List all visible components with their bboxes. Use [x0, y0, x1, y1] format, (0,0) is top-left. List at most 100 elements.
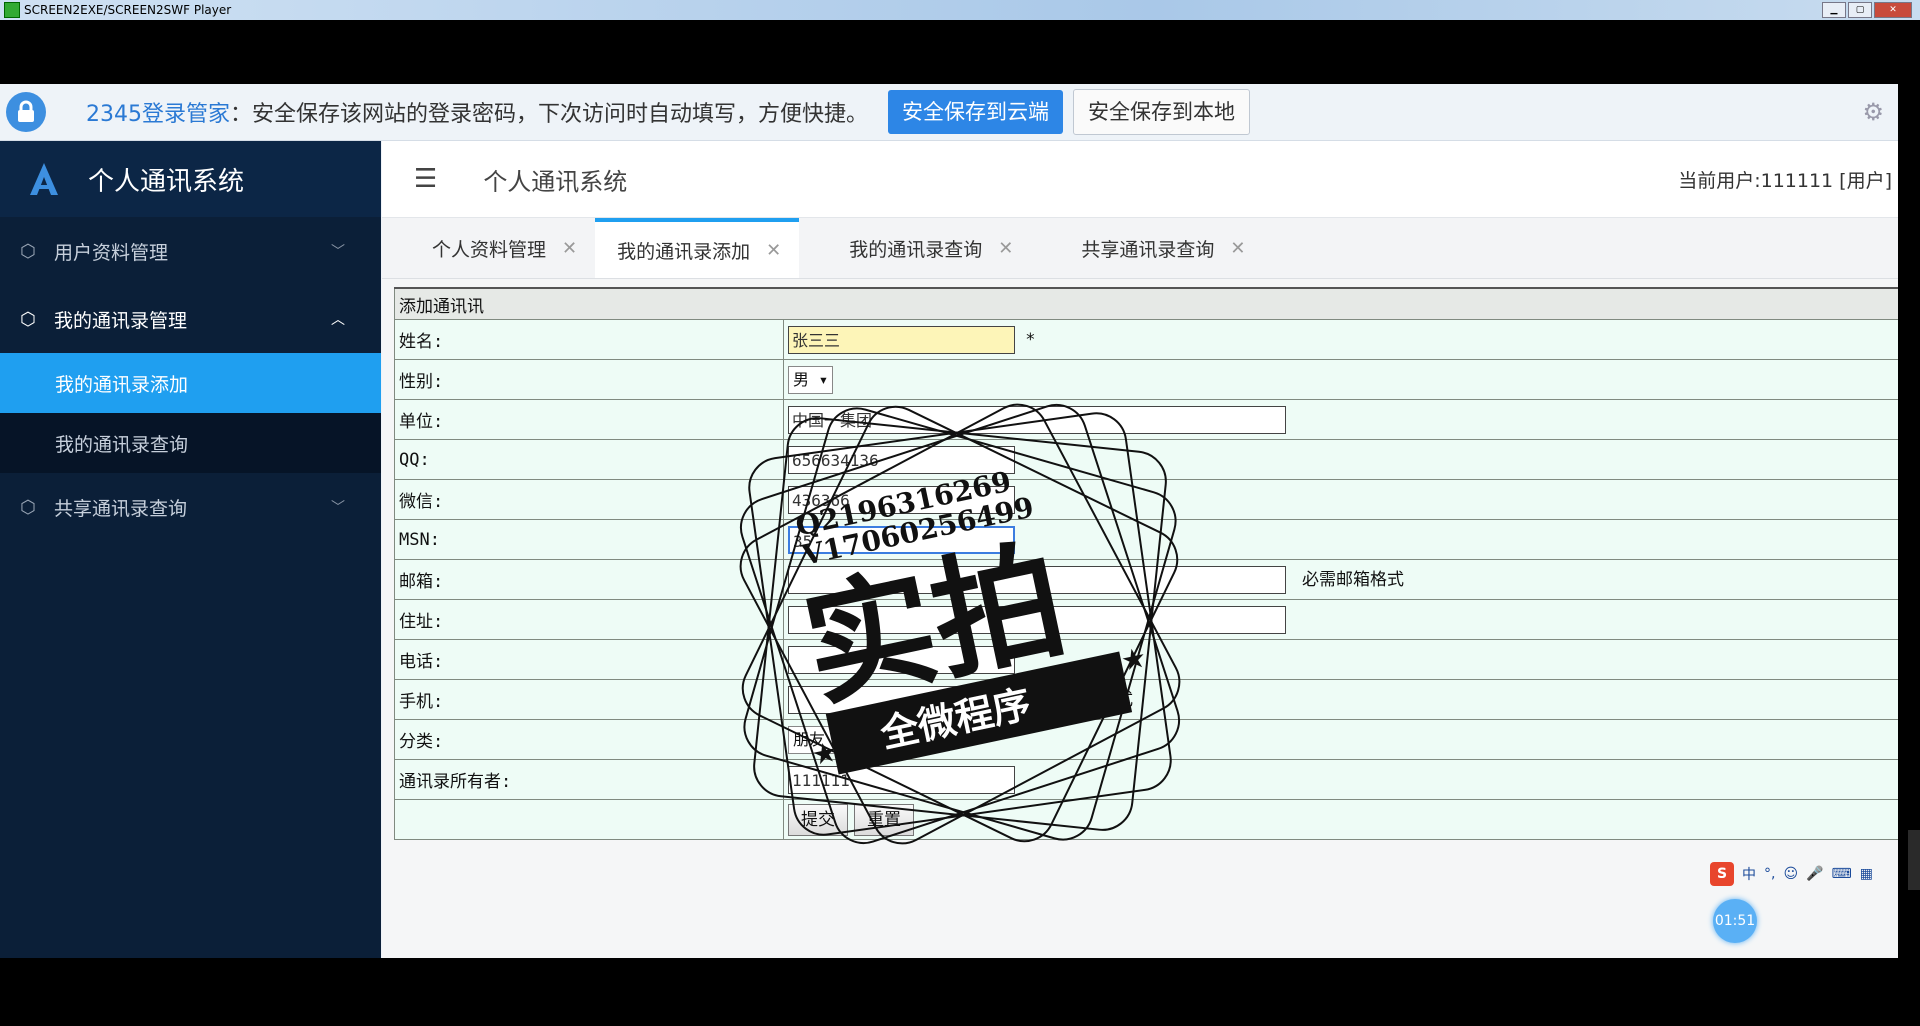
- address-field[interactable]: [788, 605, 1286, 634]
- sidebar-subitem-query-contacts[interactable]: 我的通讯录查询: [0, 413, 381, 473]
- close-icon[interactable]: ✕: [1230, 238, 1245, 259]
- tab-label: 共享通讯录查询: [1081, 238, 1215, 261]
- gender-value: 男: [793, 369, 810, 389]
- form-row-name: 姓名: 张三三 *: [394, 319, 1898, 360]
- email-hint: 必需邮箱格式: [1302, 570, 1404, 590]
- sidebar-subitem-add-contact[interactable]: 我的通讯录添加: [0, 353, 381, 413]
- window-title: SCREEN2EXE/SCREEN2SWF Player: [24, 3, 232, 17]
- chevron-down-icon: ﹀: [331, 500, 345, 516]
- tab-label: 个人资料管理: [432, 238, 547, 261]
- form-row-email: 邮箱: 必需邮箱格式: [394, 559, 1898, 600]
- wechat-field[interactable]: 436366: [788, 485, 1015, 514]
- sogou-ime-icon[interactable]: S: [1710, 862, 1734, 886]
- cube-icon: ⬡: [20, 240, 36, 262]
- tab-profile[interactable]: 个人资料管理 ✕: [382, 218, 595, 278]
- form-heading: 添加通讯讯: [394, 287, 1898, 320]
- browser-frame: 2345登录管家：安全保存该网站的登录密码，下次访问时自动填写，方便快捷。 安全…: [0, 84, 1898, 958]
- form-row-msn: MSN: 35: [394, 519, 1898, 560]
- chevron-up-icon: ︿: [331, 312, 345, 328]
- sidebar-header: 个人通讯系统: [0, 141, 381, 217]
- sidebar-app-title: 个人通讯系统: [88, 166, 245, 197]
- close-icon[interactable]: ✕: [998, 238, 1013, 259]
- toolbox-icon[interactable]: ▦: [1860, 866, 1873, 882]
- form-row-actions: 提交 重置: [394, 799, 1898, 840]
- tab-shared-contacts[interactable]: 共享通讯录查询 ✕: [1031, 218, 1263, 278]
- tab-bar: 个人资料管理 ✕ 我的通讯录添加 ✕ 我的通讯录查询 ✕ 共享通讯录查询 ✕: [382, 218, 1898, 279]
- menu-toggle-icon[interactable]: ☰: [414, 164, 437, 194]
- dropdown-arrow-icon: ▾: [834, 729, 845, 749]
- sidebar-item-user-profile[interactable]: ⬡ 用户资料管理 ﹀: [0, 217, 381, 285]
- sidebar-item-label: 共享通讯录查询: [54, 497, 188, 520]
- gender-select[interactable]: 男 ▾: [788, 365, 834, 394]
- main-content: 添加通讯讯 姓名: 张三三 * 性别: 男 ▾ 单位: 中国一集团 QQ: 65…: [382, 279, 1898, 958]
- form-row-category: 分类: 朋友 ▾: [394, 719, 1898, 760]
- mobile-hint: 必需手机格式: [1031, 690, 1133, 710]
- form-row-qq: QQ: 656634136: [394, 439, 1898, 480]
- company-label: 单位:: [394, 399, 784, 440]
- sidebar-item-label: 我的通讯录管理: [54, 309, 188, 332]
- form-row-address: 住址:: [394, 599, 1898, 640]
- close-button[interactable]: ✕: [1874, 2, 1912, 18]
- qq-field[interactable]: 656634136: [788, 445, 1015, 474]
- password-manager-message: 2345登录管家：安全保存该网站的登录密码，下次访问时自动填写，方便快捷。: [86, 96, 868, 128]
- phone-field[interactable]: [788, 645, 1015, 674]
- email-label: 邮箱:: [394, 559, 784, 600]
- owner-label: 通讯录所有者:: [394, 759, 784, 800]
- password-manager-brand: 2345登录管家: [86, 102, 230, 127]
- gender-label: 性别:: [394, 359, 784, 400]
- chevron-down-icon: ﹀: [331, 244, 345, 260]
- category-value: 朋友: [793, 729, 826, 749]
- save-to-local-button[interactable]: 安全保存到本地: [1073, 89, 1251, 135]
- form-row-mobile: 手机: 必需手机格式: [394, 679, 1898, 720]
- tab-label: 我的通讯录查询: [849, 238, 983, 261]
- current-user[interactable]: 当前用户:111111 [用户]: [1678, 166, 1892, 193]
- form-row-phone: 电话:: [394, 639, 1898, 680]
- form-row-gender: 性别: 男 ▾: [394, 359, 1898, 400]
- msn-label: MSN:: [394, 519, 784, 560]
- owner-field[interactable]: 111111: [788, 765, 1015, 794]
- close-icon[interactable]: ✕: [562, 238, 577, 259]
- ime-toolbar[interactable]: S 中 °, ☺ 🎤 ⌨ ▦: [1710, 862, 1873, 886]
- scroll-handle: [1908, 830, 1920, 890]
- form-row-wechat: 微信: 436366: [394, 479, 1898, 520]
- save-to-cloud-button[interactable]: 安全保存到云端: [888, 90, 1064, 134]
- mobile-field[interactable]: [788, 686, 1015, 714]
- lock-icon: [6, 92, 46, 132]
- tab-query-contacts[interactable]: 我的通讯录查询 ✕: [799, 218, 1031, 278]
- app-logo-icon: [24, 159, 64, 199]
- add-contact-form: 添加通讯讯 姓名: 张三三 * 性别: 男 ▾ 单位: 中国一集团 QQ: 65…: [394, 287, 1898, 840]
- minimize-button[interactable]: ▁: [1822, 2, 1846, 18]
- wechat-label: 微信:: [394, 479, 784, 520]
- form-row-company: 单位: 中国一集团: [394, 399, 1898, 440]
- sidebar-item-my-contacts[interactable]: ⬡ 我的通讯录管理 ︿: [0, 285, 381, 353]
- ime-mode[interactable]: 中: [1742, 864, 1756, 884]
- qq-label: QQ:: [394, 439, 784, 480]
- reset-button[interactable]: 重置: [854, 803, 914, 836]
- punctuation-icon[interactable]: °,: [1764, 866, 1775, 882]
- submit-button[interactable]: 提交: [788, 803, 848, 836]
- emoji-icon[interactable]: ☺: [1783, 866, 1798, 882]
- maximize-button[interactable]: ▢: [1848, 2, 1872, 18]
- company-field[interactable]: 中国一集团: [788, 405, 1286, 434]
- gear-icon[interactable]: ⚙: [1862, 98, 1884, 126]
- category-select[interactable]: 朋友 ▾: [788, 725, 850, 754]
- window-titlebar: SCREEN2EXE/SCREEN2SWF Player ▁ ▢ ✕: [0, 0, 1920, 20]
- name-label: 姓名:: [394, 319, 784, 360]
- password-manager-bar: 2345登录管家：安全保存该网站的登录密码，下次访问时自动填写，方便快捷。 安全…: [0, 84, 1898, 141]
- keyboard-icon[interactable]: ⌨: [1832, 866, 1852, 882]
- microphone-icon[interactable]: 🎤: [1806, 866, 1823, 882]
- phone-label: 电话:: [394, 639, 784, 680]
- close-icon[interactable]: ✕: [766, 240, 781, 261]
- form-row-owner: 通讯录所有者: 111111: [394, 759, 1898, 800]
- password-manager-text: ：安全保存该网站的登录密码，下次访问时自动填写，方便快捷。: [230, 102, 869, 127]
- app-icon: [4, 2, 20, 18]
- name-field[interactable]: 张三三: [788, 325, 1015, 354]
- recording-timer: 01:51: [1713, 899, 1757, 943]
- tab-add-contact[interactable]: 我的通讯录添加 ✕: [595, 218, 800, 278]
- required-mark: *: [1025, 329, 1036, 350]
- email-field[interactable]: [788, 566, 1286, 594]
- msn-field[interactable]: 35: [788, 525, 1015, 554]
- sidebar-item-shared-contacts[interactable]: ⬡ 共享通讯录查询 ﹀: [0, 473, 381, 541]
- mobile-label: 手机:: [394, 679, 784, 720]
- category-label: 分类:: [394, 719, 784, 760]
